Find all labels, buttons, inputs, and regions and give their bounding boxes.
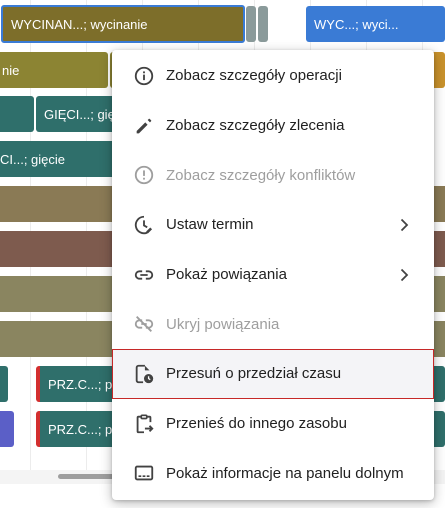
menu-item-show-bottom-panel[interactable]: Pokaż informacje na panelu dolnym [112, 449, 434, 499]
menu-item-operation-details[interactable]: Zobacz szczegóły operacji [112, 51, 434, 101]
gantt-bar-label: CI...; gięcie [0, 151, 66, 167]
menu-item-set-deadline[interactable]: Ustaw termin [112, 200, 434, 250]
panel-bottom-icon [132, 461, 156, 485]
menu-item-label: Ukryj powiązania [166, 315, 280, 333]
gantt-bar[interactable] [0, 96, 34, 132]
gantt-bar-label: nie [2, 62, 20, 78]
gantt-bar[interactable] [0, 366, 8, 402]
chevron-right-icon [400, 268, 409, 281]
link-icon [132, 263, 156, 287]
menu-item-label: Zobacz szczegóły zlecenia [166, 117, 345, 135]
gantt-bar[interactable]: WYC...; wyci... [306, 6, 445, 42]
gantt-bar-label: WYCINAN...; wycinanie [11, 16, 148, 32]
menu-item-label: Ustaw termin [166, 216, 254, 234]
menu-item-show-relations[interactable]: Pokaż powiązania [112, 250, 434, 300]
menu-item-label: Pokaż powiązania [166, 266, 287, 284]
link-off-icon [132, 312, 156, 336]
info-icon [132, 64, 156, 88]
menu-item-hide-relations[interactable]: Ukryj powiązania [112, 299, 434, 349]
gantt-bar-label: WYC...; wyci... [314, 16, 399, 32]
gantt-bar-label: GIĘCI...; gię [44, 106, 115, 122]
clock-edit-icon [132, 213, 156, 237]
alert-circle-icon [132, 163, 156, 187]
menu-item-label: Pokaż informacje na panelu dolnym [166, 464, 404, 482]
chevron-right-icon [400, 218, 409, 232]
gantt-bar[interactable]: CI...; gięcie [0, 141, 120, 177]
gantt-bar[interactable] [0, 411, 14, 447]
gantt-bar[interactable]: WYCINAN...; wycinanie [1, 5, 245, 43]
pencil-icon [132, 114, 156, 138]
gantt-bar[interactable] [258, 6, 268, 42]
file-clock-icon [132, 362, 156, 386]
gantt-bar-label: PRZ.C...; pr [48, 421, 117, 437]
gantt-bar[interactable] [246, 6, 256, 42]
menu-item-label: Przenieś do innego zasobu [166, 415, 347, 433]
menu-item-order-details[interactable]: Zobacz szczegóły zlecenia [112, 101, 434, 151]
menu-item-shift-by-time-range[interactable]: Przesuń o przedział czasu [112, 349, 434, 399]
context-menu: Zobacz szczegóły operacji Zobacz szczegó… [112, 50, 434, 500]
clipboard-arrow-icon [132, 412, 156, 436]
gantt-bar-label: PRZ.C...; pr [48, 376, 117, 392]
gantt-bar[interactable]: nie [0, 52, 108, 88]
menu-item-conflict-details[interactable]: Zobacz szczegóły konfliktów [112, 150, 434, 200]
menu-item-move-to-resource[interactable]: Przenieś do innego zasobu [112, 399, 434, 449]
menu-item-label: Przesuń o przedział czasu [166, 365, 342, 383]
menu-item-label: Zobacz szczegóły operacji [166, 67, 342, 85]
menu-item-label: Zobacz szczegóły konfliktów [166, 166, 356, 184]
